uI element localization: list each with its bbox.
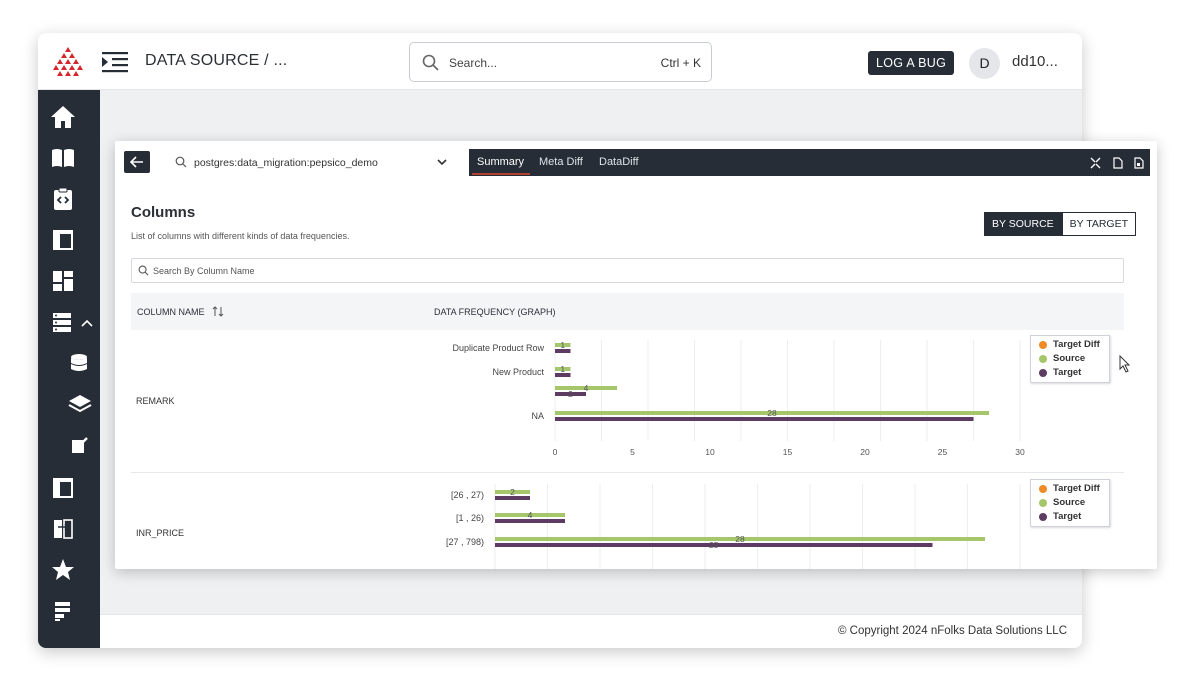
database-icon[interactable] [68, 352, 90, 374]
datasource-select[interactable]: postgres:data_migration:pepsico_demo [171, 150, 453, 175]
section-title: Columns [131, 204, 196, 221]
category-label: New Product [492, 367, 544, 377]
x-tick-label: 30 [1015, 447, 1025, 457]
table-layout-icon[interactable] [50, 227, 76, 253]
section-subtitle: List of columns with different kinds of … [131, 231, 350, 241]
data-label: 2 [568, 389, 573, 399]
bar-target-3 [555, 417, 974, 421]
category-label: Duplicate Product Row [452, 343, 544, 353]
tab-meta-diff[interactable]: Meta Diff [539, 156, 583, 168]
row-name-remark: REMARK [136, 396, 175, 406]
column-search-input[interactable]: Search By Column Name [131, 258, 1124, 283]
menu-toggle-icon[interactable] [102, 51, 128, 73]
by-source-button[interactable]: BY SOURCE [984, 212, 1062, 236]
data-label: 25 [709, 540, 719, 550]
global-search-input[interactable]: Search... Ctrl + K [409, 42, 712, 82]
data-label: 4 [528, 510, 533, 520]
remark-frequency-chart: Duplicate Product Row New Product NA 1 1 4 2 28… [452, 340, 1025, 457]
document-icon[interactable] [1112, 156, 1123, 169]
x-tick-label: 25 [938, 447, 948, 457]
column-name-header[interactable]: COLUMN NAME [137, 307, 205, 317]
search-icon [422, 54, 439, 71]
data-label: 1 [560, 364, 565, 374]
mouse-cursor-icon [1119, 355, 1131, 373]
active-tab-indicator [472, 173, 530, 175]
x-tick-label: 5 [630, 447, 635, 457]
brand-logo-icon[interactable] [52, 46, 84, 78]
search-icon [175, 156, 187, 168]
tab-summary[interactable]: Summary [477, 156, 524, 168]
search-placeholder: Search... [449, 56, 498, 70]
code-clipboard-icon[interactable] [50, 186, 76, 212]
data-label: 28 [767, 408, 777, 418]
sidebar [38, 90, 100, 648]
chevron-down-icon [437, 159, 447, 166]
copyright-text: © Copyright 2024 nFolks Data Solutions L… [837, 625, 1067, 637]
category-label: [1 , 26) [456, 513, 484, 523]
data-label: 28 [735, 534, 745, 544]
x-tick-label: 20 [860, 447, 870, 457]
data-sources-icon[interactable] [50, 310, 76, 336]
back-button[interactable] [124, 151, 150, 173]
log-bug-button[interactable]: LOG A BUG [868, 51, 955, 75]
storage-icon[interactable] [50, 598, 76, 624]
footer: © Copyright 2024 nFolks Data Solutions L… [100, 614, 1082, 648]
arrow-left-icon [130, 156, 143, 168]
x-tick-label: 15 [783, 447, 793, 457]
dashboard-icon[interactable] [50, 268, 76, 294]
collapse-icon[interactable] [1090, 156, 1101, 169]
sort-icon[interactable] [212, 306, 224, 317]
row-name-inr-price: INR_PRICE [136, 528, 185, 538]
data-label: 2 [510, 487, 515, 497]
table-layout-icon-2[interactable] [50, 475, 76, 501]
username-label[interactable]: dd10... [1012, 53, 1058, 70]
star-icon[interactable] [50, 557, 76, 583]
by-target-button[interactable]: BY TARGET [1061, 212, 1137, 236]
avatar[interactable]: D [969, 48, 1000, 79]
inr-price-frequency-chart: [26 , 27) [1 , 26) [27 , 798) 2 4 28 25 [446, 484, 1021, 569]
search-shortcut: Ctrl + K [660, 56, 701, 70]
compare-icon[interactable] [50, 516, 76, 542]
category-label: NA [531, 411, 544, 421]
tab-data-diff[interactable]: DataDiff [599, 156, 639, 168]
columns-section: Columns List of columns with different k… [123, 190, 1150, 569]
datasource-value: postgres:data_migration:pepsico_demo [194, 157, 378, 169]
category-label: [27 , 798) [446, 537, 484, 547]
column-search-placeholder: Search By Column Name [153, 266, 255, 276]
panel-toolbar-icons [1084, 156, 1144, 169]
layers-icon[interactable] [68, 393, 92, 415]
table-header: COLUMN NAME DATA FREQUENCY (GRAPH) [131, 293, 1124, 330]
panel-tab-bar: Summary Meta Diff DataDiff [469, 149, 1150, 176]
data-label: 4 [584, 383, 589, 393]
top-bar: DATA SOURCE / ... Search... Ctrl + K LOG… [38, 33, 1082, 90]
x-tick-label: 10 [705, 447, 715, 457]
book-icon[interactable] [50, 145, 76, 171]
data-frequency-header: DATA FREQUENCY (GRAPH) [434, 307, 556, 317]
search-icon [138, 265, 149, 276]
category-label: [26 , 27) [451, 490, 484, 500]
data-label: 1 [560, 340, 565, 350]
page-title: DATA SOURCE / ... [145, 52, 288, 69]
x-tick-label: 0 [553, 447, 558, 457]
edit-icon[interactable] [70, 435, 90, 455]
column-summary-panel: postgres:data_migration:pepsico_demo Sum… [115, 141, 1157, 569]
row-divider [131, 472, 1124, 473]
export-document-icon[interactable] [1133, 156, 1144, 169]
inr-price-chart-legend: Target Diff Source Target [1030, 479, 1110, 527]
source-target-toggle: BY SOURCE BY TARGET [984, 212, 1137, 236]
remark-chart-legend: Target Diff Source Target [1030, 335, 1110, 383]
home-icon[interactable] [50, 104, 76, 130]
chevron-up-icon[interactable] [80, 316, 94, 330]
